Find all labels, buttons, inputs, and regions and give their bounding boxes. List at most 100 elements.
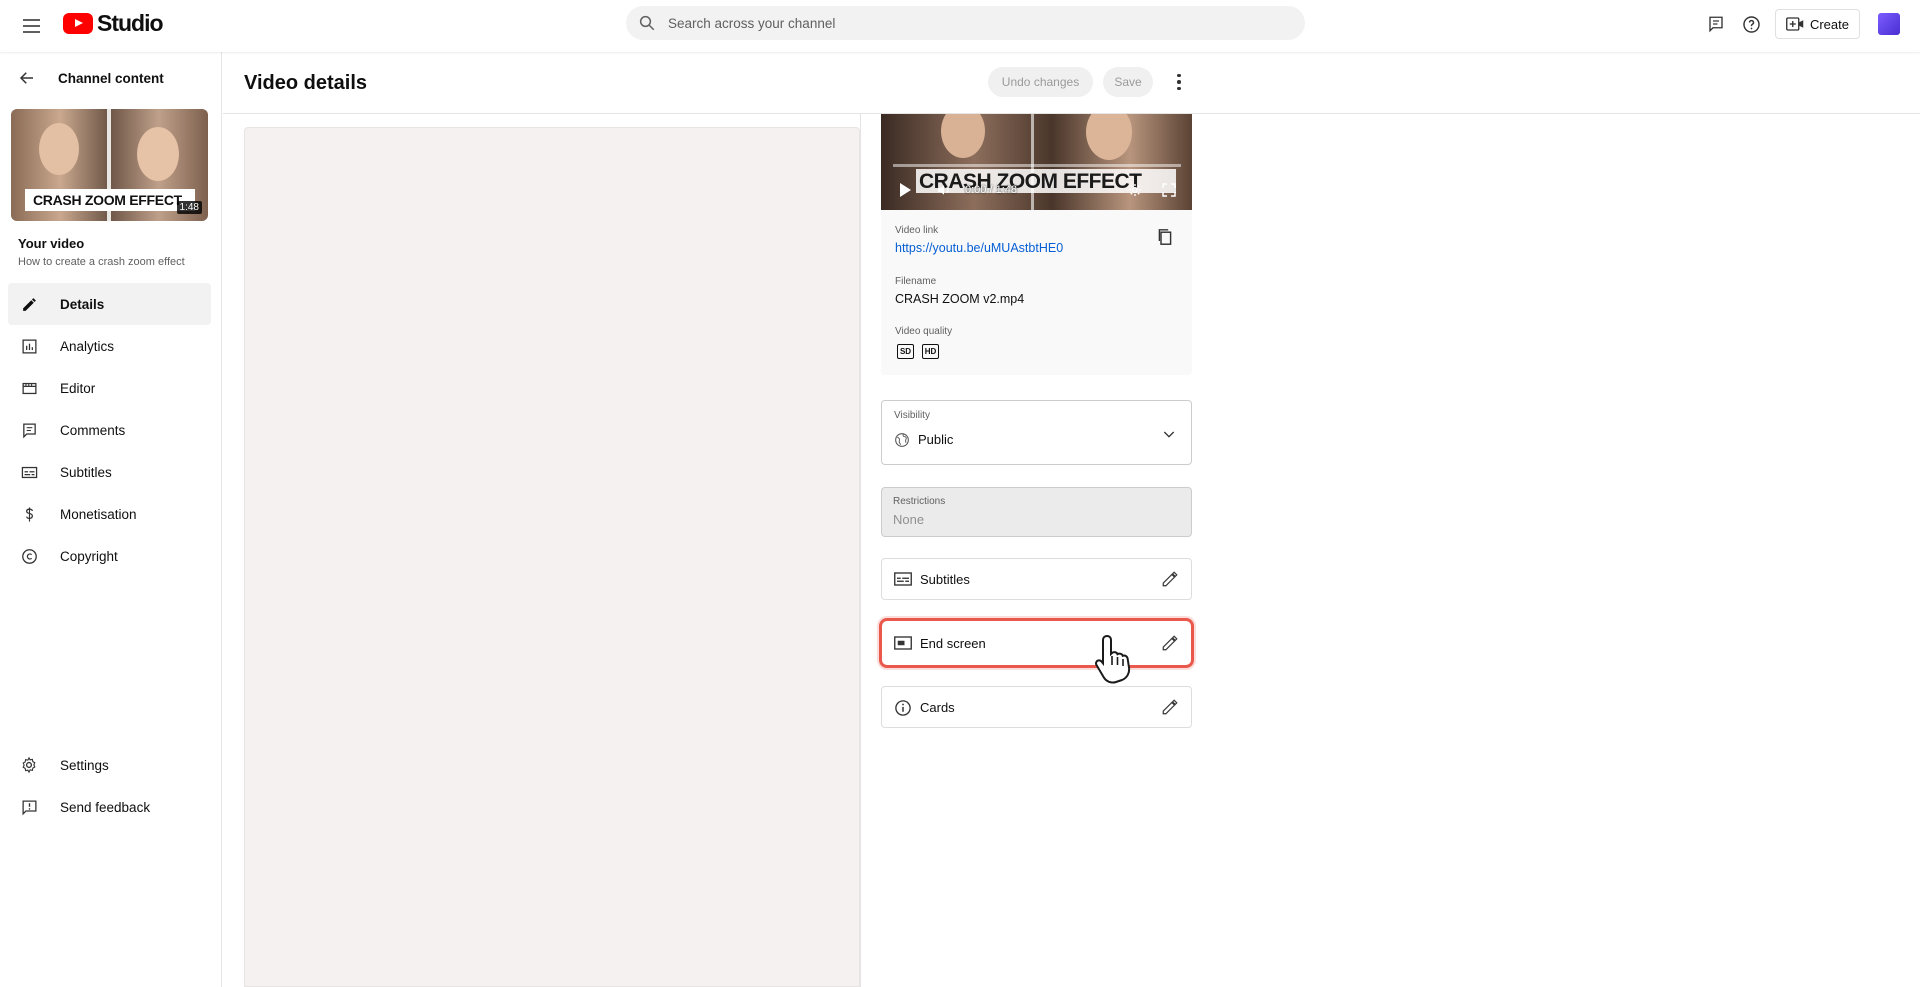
undo-changes-button[interactable]: Undo changes: [988, 67, 1093, 97]
feedback-icon: [20, 798, 38, 816]
duration-badge: 1:48: [176, 201, 202, 214]
cards-label: Cards: [920, 700, 955, 715]
video-thumbnail[interactable]: CRASH ZOOM EFFECT 1:48: [11, 109, 208, 221]
avatar[interactable]: [1878, 13, 1900, 35]
menu-icon[interactable]: [18, 13, 44, 39]
sidebar-item-comments[interactable]: Comments: [8, 409, 211, 451]
video-link-label: Video link: [895, 225, 939, 236]
page-title: Video details: [244, 72, 368, 94]
sidebar-item-editor[interactable]: Editor: [8, 367, 211, 409]
channel-content-back[interactable]: Channel content: [18, 69, 164, 87]
back-label: Channel content: [58, 70, 164, 86]
sidebar-nav: Details Analytics Editor Comments Subtit…: [8, 283, 211, 577]
video-title: How to create a crash zoom effect: [18, 256, 185, 268]
visibility-dropdown[interactable]: Visibility Public: [881, 400, 1192, 465]
your-video-label: Your video: [18, 236, 85, 251]
hd-badge: HD: [922, 344, 939, 359]
save-button[interactable]: Save: [1103, 67, 1153, 97]
sidebar-bottom-nav: Settings Send feedback: [8, 744, 211, 828]
thumbnail-face-right: [137, 127, 179, 181]
sidebar: Channel content CRASH ZOOM EFFECT 1:48 Y…: [0, 52, 222, 987]
editor-icon: [20, 379, 38, 397]
subtitles-label: Subtitles: [920, 572, 970, 587]
visibility-value: Public: [918, 432, 954, 447]
column-divider: [860, 114, 861, 987]
sidebar-item-label: Copyright: [60, 548, 118, 564]
details-form-placeholder: [244, 127, 860, 987]
end-screen-row[interactable]: End screen: [879, 618, 1194, 668]
hand-cursor-icon: [1093, 632, 1137, 689]
gear-icon: [20, 756, 38, 774]
sidebar-item-label: Editor: [60, 380, 96, 396]
edit-pencil-icon[interactable]: [1161, 698, 1179, 721]
info-circle-icon: [894, 699, 912, 722]
sidebar-item-details[interactable]: Details: [8, 283, 211, 325]
globe-icon: [894, 432, 910, 453]
time-display: 0:00 / 1:48: [965, 184, 1017, 196]
create-label: Create: [1809, 16, 1849, 32]
restrictions-value: None: [893, 512, 925, 527]
dollar-icon: [20, 505, 38, 523]
sidebar-item-monetisation[interactable]: Monetisation: [8, 493, 211, 535]
fullscreen-icon[interactable]: [1161, 182, 1177, 203]
preview-divider: [1031, 114, 1034, 210]
copyright-icon: [20, 547, 38, 565]
filename-label: Filename: [895, 276, 937, 287]
help-icon[interactable]: [1739, 11, 1765, 37]
end-screen-icon: [894, 635, 912, 656]
progress-bar[interactable]: [893, 164, 1181, 167]
subtitles-row[interactable]: Subtitles: [881, 558, 1192, 600]
play-icon[interactable]: [900, 183, 911, 197]
messages-icon[interactable]: [1703, 11, 1729, 37]
main-header: Video details Undo changes Save: [223, 52, 1920, 114]
filename-value: CRASH ZOOM v2.mp4: [895, 292, 1025, 306]
restrictions-field: Restrictions None: [881, 487, 1192, 537]
pencil-icon: [20, 295, 38, 313]
player-settings-icon[interactable]: [1127, 182, 1143, 203]
thumbnail-caption: CRASH ZOOM EFFECT: [33, 192, 182, 208]
sidebar-item-label: Subtitles: [60, 464, 112, 480]
logo-text: Studio: [97, 10, 164, 36]
analytics-icon: [20, 337, 38, 355]
sidebar-item-subtitles[interactable]: Subtitles: [8, 451, 211, 493]
youtube-play-icon: [63, 13, 93, 34]
create-video-icon: [1786, 17, 1804, 31]
preview-face-left: [941, 114, 985, 158]
video-info-card: Video link https://youtu.be/uMUAstbtHE0 …: [881, 210, 1192, 375]
video-link[interactable]: https://youtu.be/uMUAstbtHE0: [895, 241, 1063, 255]
search-input[interactable]: [668, 15, 1268, 31]
volume-icon[interactable]: [936, 182, 952, 203]
arrow-back-icon: [19, 72, 33, 84]
sidebar-item-label: Comments: [60, 422, 126, 438]
sidebar-item-label: Send feedback: [60, 799, 151, 815]
copy-icon[interactable]: [1157, 228, 1173, 251]
end-screen-label: End screen: [920, 636, 986, 651]
visibility-label: Visibility: [894, 410, 930, 421]
restrictions-label: Restrictions: [893, 496, 946, 507]
sidebar-item-settings[interactable]: Settings: [8, 744, 211, 786]
video-preview-player[interactable]: CRASH ZOOM EFFECT 0:00 / 1:48: [881, 114, 1192, 210]
sidebar-item-analytics[interactable]: Analytics: [8, 325, 211, 367]
sidebar-item-label: Analytics: [60, 338, 115, 354]
sidebar-item-label: Monetisation: [60, 506, 137, 522]
preview-face-right: [1086, 114, 1132, 160]
more-options-icon[interactable]: [1169, 70, 1189, 94]
studio-logo[interactable]: Studio: [63, 10, 164, 37]
edit-pencil-icon[interactable]: [1161, 570, 1179, 593]
thumbnail-face-left: [39, 123, 79, 175]
subtitles-icon: [20, 463, 38, 481]
edit-pencil-icon[interactable]: [1161, 634, 1179, 657]
top-bar: Studio Create: [0, 0, 1920, 52]
cards-row[interactable]: Cards: [881, 686, 1192, 728]
search-box[interactable]: [626, 6, 1305, 40]
search-icon[interactable]: [626, 14, 668, 32]
sidebar-item-copyright[interactable]: Copyright: [8, 535, 211, 577]
create-button[interactable]: Create: [1774, 9, 1860, 39]
subtitles-icon: [894, 571, 912, 592]
comments-icon: [20, 421, 38, 439]
sidebar-item-send-feedback[interactable]: Send feedback: [8, 786, 211, 828]
sidebar-item-label: Details: [60, 296, 105, 312]
preview-caption: CRASH ZOOM EFFECT: [919, 170, 1142, 193]
sd-badge: SD: [897, 344, 914, 359]
chevron-down-icon: [1161, 426, 1177, 447]
